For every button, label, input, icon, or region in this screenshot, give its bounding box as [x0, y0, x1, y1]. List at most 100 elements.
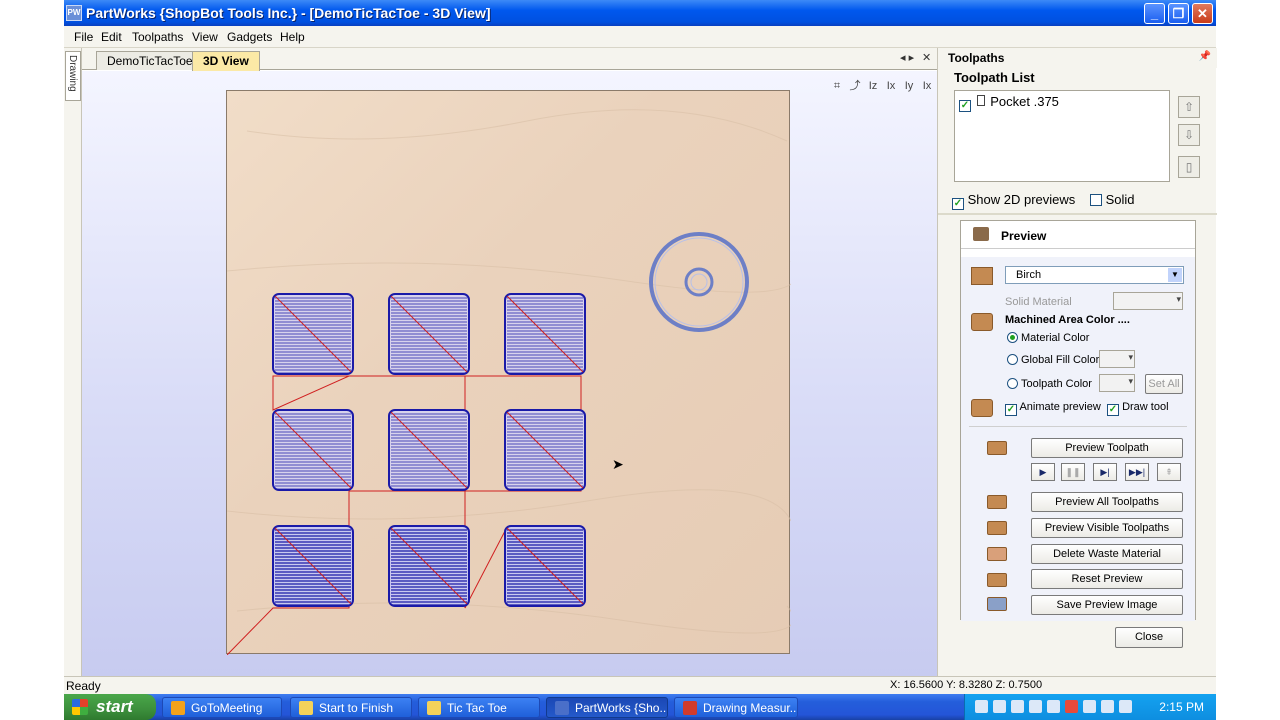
preview-panel: Preview Birch ▼ Solid Material Machined …	[960, 220, 1196, 621]
pocket-toolpath	[272, 409, 354, 491]
pocket-toolpath	[504, 525, 586, 607]
speed-icon[interactable]: ⇞	[1157, 463, 1181, 481]
tray-icon[interactable]	[1011, 700, 1024, 713]
play-icon[interactable]: ▶	[1031, 463, 1055, 481]
set-all-button[interactable]: Set All	[1145, 374, 1183, 394]
preview-title: Preview	[1001, 229, 1047, 243]
draw-tool-checkbox[interactable]: ✓	[1107, 404, 1119, 416]
preview-toolpath-button[interactable]: Preview Toolpath	[1031, 438, 1183, 458]
preview-all-toolpaths-button[interactable]: Preview All Toolpaths	[1031, 492, 1183, 512]
menu-toolpaths[interactable]: Toolpaths	[132, 30, 183, 44]
step-icon[interactable]: ▶|	[1093, 463, 1117, 481]
tab-demotictactoe[interactable]: DemoTicTacToe	[96, 51, 204, 70]
tab-3d-view[interactable]: 3D View	[192, 51, 260, 71]
tray-icon[interactable]	[1047, 700, 1060, 713]
windows-logo-icon	[72, 699, 88, 715]
view-z-icon[interactable]: Iz	[864, 80, 882, 92]
tray-icon[interactable]	[1119, 700, 1132, 713]
show-2d-previews-label: Show 2D previews	[967, 192, 1076, 207]
task-drawing-measure[interactable]: Drawing Measur...	[674, 697, 798, 718]
task-tic-tac-toe[interactable]: Tic Tac Toe	[418, 697, 540, 718]
3d-viewport[interactable]: ⌗ ⤴ Iz Ix Iy Ix ➤	[82, 71, 937, 676]
menu-file[interactable]: File	[74, 30, 93, 44]
draw-tool-option[interactable]: ✓ Draw tool	[1107, 401, 1169, 416]
skip-to-end-icon[interactable]: ▶▶|	[1125, 463, 1149, 481]
pin-icon[interactable]: 📌	[1199, 51, 1211, 62]
tray-icon[interactable]	[1065, 700, 1078, 713]
toolpaths-panel-title: Toolpaths	[948, 51, 1005, 65]
view-y-icon[interactable]: Iy	[900, 80, 918, 92]
radio-icon[interactable]	[1007, 354, 1018, 365]
global-fill-color-radio[interactable]: Global Fill Color	[1007, 354, 1099, 366]
drawing-tab[interactable]: Drawing	[65, 51, 81, 101]
minimize-button[interactable]: _	[1144, 3, 1165, 24]
restore-button[interactable]: ❐	[1168, 3, 1189, 24]
task-start-to-finish[interactable]: Start to Finish	[290, 697, 412, 718]
document-tabs: DemoTicTacToe 3D View ◂ ▸ ✕	[82, 48, 937, 71]
status-text: Ready	[66, 679, 101, 693]
preview-visible-toolpaths-button[interactable]: Preview Visible Toolpaths	[1031, 518, 1183, 538]
start-button[interactable]: start	[64, 694, 156, 720]
solid-checkbox[interactable]	[1090, 194, 1102, 206]
menu-bar: File Edit Toolpaths View Gadgets Help	[64, 26, 1216, 48]
pocket-toolpath	[504, 409, 586, 491]
taskbar: start GoToMeeting Start to Finish Tic Ta…	[64, 694, 1216, 720]
task-partworks[interactable]: PartWorks {Sho...	[546, 697, 668, 718]
animate-preview-option[interactable]: ✓ Animate preview	[1005, 401, 1101, 416]
material-select[interactable]: Birch ▼	[1005, 266, 1184, 284]
reset-preview-button[interactable]: Reset Preview	[1031, 569, 1183, 589]
menu-help[interactable]: Help	[280, 30, 305, 44]
preview-icon	[973, 227, 989, 241]
tray-icon[interactable]	[1101, 700, 1114, 713]
menu-edit[interactable]: Edit	[101, 30, 122, 44]
drawing-tab-label: Drawing	[67, 55, 78, 92]
toolpath-color-radio[interactable]: Toolpath Color	[1007, 378, 1092, 390]
save-preview-image-button[interactable]: Save Preview Image	[1031, 595, 1183, 615]
machined-area-icon	[971, 313, 993, 331]
tray-icon[interactable]	[1029, 700, 1042, 713]
toolpath-item[interactable]: ✓ Pocket .375	[959, 94, 1059, 112]
task-label: GoToMeeting	[191, 701, 263, 715]
close-button[interactable]: Close	[1115, 627, 1183, 648]
move-up-button[interactable]: ⇧	[1178, 96, 1200, 118]
toolpaths-panel: Toolpaths 📌 Toolpath List ✓ Pocket .375 …	[937, 48, 1217, 676]
toolpath-color-picker[interactable]	[1099, 374, 1135, 392]
material-select-value: Birch	[1016, 269, 1042, 281]
toolpaths-panel-header: Toolpaths 📌	[938, 48, 1217, 68]
move-down-button[interactable]: ⇩	[1178, 124, 1200, 146]
radio-icon[interactable]	[1007, 378, 1018, 389]
close-window-button[interactable]: ✕	[1192, 3, 1213, 24]
birch-board	[226, 90, 791, 655]
circle-cut	[649, 232, 749, 332]
show-2d-previews-checkbox[interactable]: ✓	[952, 198, 964, 210]
tray-icon[interactable]	[975, 700, 988, 713]
view-x-icon[interactable]: Ix	[882, 80, 900, 92]
pdf-icon	[683, 701, 697, 715]
tray-icon[interactable]	[993, 700, 1006, 713]
solid-option[interactable]: Solid	[1090, 192, 1135, 207]
iso-view-icon[interactable]: ⤴	[846, 77, 864, 93]
material-color-radio[interactable]: Material Color	[1007, 332, 1089, 344]
tray-icon[interactable]	[1083, 700, 1096, 713]
reset-preview-icon	[987, 573, 1007, 587]
show-2d-previews-option[interactable]: ✓ Show 2D previews	[952, 192, 1075, 210]
tab-scroll-arrows[interactable]: ◂ ▸	[900, 51, 914, 64]
pause-icon[interactable]: ❚❚	[1061, 463, 1085, 481]
toolpath-summary-button[interactable]: ▯	[1178, 156, 1200, 178]
toolpath-visible-checkbox[interactable]: ✓	[959, 100, 971, 112]
task-gotomeeting[interactable]: GoToMeeting	[162, 697, 282, 718]
view-toolbar: ⌗ ⤴ Iz Ix Iy Ix	[828, 77, 936, 93]
toolpath-color-label: Toolpath Color	[1021, 378, 1092, 390]
animate-preview-checkbox[interactable]: ✓	[1005, 404, 1017, 416]
global-fill-color-picker[interactable]	[1099, 350, 1135, 368]
radio-icon[interactable]	[1007, 332, 1018, 343]
tab-close-icon[interactable]: ✕	[922, 51, 931, 64]
pocket-toolpath	[388, 293, 470, 375]
title-bar[interactable]: PW PartWorks {ShopBot Tools Inc.} - [Dem…	[64, 0, 1216, 26]
zoom-extents-icon[interactable]: ⌗	[828, 80, 846, 93]
menu-view[interactable]: View	[192, 30, 218, 44]
solid-material-color-select[interactable]	[1113, 292, 1183, 310]
delete-waste-material-button[interactable]: Delete Waste Material	[1031, 544, 1183, 564]
view-x2-icon[interactable]: Ix	[918, 80, 936, 92]
menu-gadgets[interactable]: Gadgets	[227, 30, 272, 44]
